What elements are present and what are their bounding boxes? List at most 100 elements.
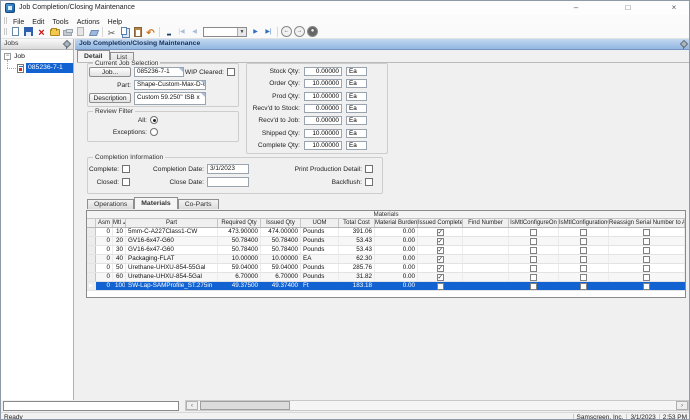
issued-complete-checkbox[interactable] <box>437 265 444 272</box>
tab-operations[interactable]: Operations <box>87 199 134 209</box>
row-selector-cell[interactable] <box>87 273 96 281</box>
scroll-thumb[interactable] <box>200 401 290 410</box>
is-mtl-configure-on-checkbox[interactable] <box>530 238 537 245</box>
reassign-serial-checkbox[interactable] <box>643 283 650 290</box>
grid-column-header[interactable]: IsMtlConfigurationOn <box>559 219 609 227</box>
description-button[interactable]: Description <box>89 93 131 103</box>
is-mtl-configuration-on-checkbox[interactable] <box>580 229 587 236</box>
grid-column-header[interactable]: Total Cost <box>339 219 375 227</box>
is-mtl-configuration-on-checkbox[interactable] <box>580 256 587 263</box>
grid-column-header[interactable]: IsMtlConfigureOn <box>509 219 559 227</box>
reassign-serial-checkbox[interactable] <box>643 256 650 263</box>
close-button[interactable]: × <box>665 2 683 14</box>
grid-column-header[interactable]: Material Burden <box>375 219 418 227</box>
close-date-field[interactable] <box>207 177 249 187</box>
pin-icon[interactable] <box>63 41 70 49</box>
is-mtl-configuration-on-checkbox[interactable] <box>580 274 587 281</box>
backflush-checkbox[interactable] <box>365 178 373 186</box>
table-row[interactable]: 0105mm-C-A227Class1-CW473.90000474.00000… <box>87 228 685 237</box>
quantity-value-field[interactable]: 10.00000 <box>304 141 342 150</box>
wip-cleared-checkbox[interactable] <box>227 68 235 76</box>
issued-complete-checkbox[interactable] <box>437 229 444 236</box>
nav-back-icon[interactable]: ← <box>280 26 293 38</box>
is-mtl-configure-on-checkbox[interactable] <box>530 256 537 263</box>
scroll-left-button[interactable]: ‹ <box>186 401 198 410</box>
tab-co-parts[interactable]: Co-Parts <box>178 199 219 209</box>
reassign-serial-checkbox[interactable] <box>643 274 650 281</box>
uom-field[interactable]: Ea <box>346 129 367 138</box>
completion-date-field[interactable]: 3/1/2023 <box>207 164 249 174</box>
exceptions-radio[interactable] <box>150 128 158 136</box>
maximize-button[interactable]: □ <box>619 2 637 14</box>
issued-complete-checkbox[interactable] <box>437 256 444 263</box>
new-icon[interactable] <box>9 26 22 38</box>
grid-column-header[interactable]: Required Qty <box>218 219 261 227</box>
quantity-value-field[interactable]: 0.00000 <box>304 104 342 113</box>
grid-horizontal-scrollbar[interactable]: ‹ › <box>185 400 689 411</box>
quantity-value-field[interactable]: 0.00000 <box>304 67 342 76</box>
grid-column-header[interactable]: Find Number <box>463 219 509 227</box>
pin-icon[interactable] <box>680 41 687 49</box>
table-row[interactable]: 020GV16-6x47-G6050.7840050.78400Pounds53… <box>87 237 685 246</box>
complete-checkbox[interactable] <box>122 165 130 173</box>
is-mtl-configure-on-checkbox[interactable] <box>530 283 537 290</box>
reassign-serial-checkbox[interactable] <box>643 229 650 236</box>
row-selector-cell[interactable]: ▶ <box>87 282 96 290</box>
minimize-button[interactable]: – <box>567 2 585 14</box>
issued-complete-checkbox[interactable] <box>437 238 444 245</box>
tree-expander-icon[interactable]: − <box>4 53 11 60</box>
grid-column-header[interactable]: Issued Complete <box>418 219 463 227</box>
job-field[interactable]: 085236-7-1 <box>134 67 184 77</box>
is-mtl-configure-on-checkbox[interactable] <box>530 247 537 254</box>
row-selector-cell[interactable] <box>87 237 96 245</box>
copy-icon[interactable] <box>118 26 131 38</box>
grid-column-header[interactable]: Reassign Serial Number to Assemb <box>609 219 685 227</box>
tree-node-job[interactable]: 085236-7-1 <box>26 63 73 73</box>
previous-record-icon[interactable]: ◀ <box>188 26 201 38</box>
folder-icon[interactable] <box>48 26 61 38</box>
quantity-value-field[interactable]: 10.00000 <box>304 129 342 138</box>
quantity-value-field[interactable]: 10.00000 <box>304 92 342 101</box>
grid-column-header[interactable]: UOM <box>301 219 339 227</box>
grid-column-header[interactable]: Mtl ▲ <box>113 219 126 227</box>
reassign-serial-checkbox[interactable] <box>643 238 650 245</box>
scroll-right-button[interactable]: › <box>676 401 688 410</box>
first-record-icon[interactable]: |◀ <box>175 26 188 38</box>
closed-checkbox[interactable] <box>122 178 130 186</box>
uom-field[interactable]: Ea <box>346 104 367 113</box>
is-mtl-configure-on-checkbox[interactable] <box>530 265 537 272</box>
nav-forward-icon[interactable]: → <box>293 26 306 38</box>
save-icon[interactable] <box>22 26 35 38</box>
row-selector-cell[interactable] <box>87 255 96 263</box>
tab-materials[interactable]: Materials <box>134 197 177 209</box>
uom-field[interactable]: Ea <box>346 141 367 150</box>
is-mtl-configuration-on-checkbox[interactable] <box>580 265 587 272</box>
row-selector-cell[interactable] <box>87 246 96 254</box>
last-record-icon[interactable]: ▶| <box>262 26 275 38</box>
row-selector-cell[interactable] <box>87 228 96 236</box>
row-selector-cell[interactable] <box>87 264 96 272</box>
uom-field[interactable]: Ea <box>346 92 367 101</box>
clear-icon[interactable] <box>87 26 100 38</box>
is-mtl-configure-on-checkbox[interactable] <box>530 274 537 281</box>
cut-icon[interactable] <box>105 26 118 38</box>
attachment-icon[interactable] <box>74 26 87 38</box>
quantity-value-field[interactable]: 10.00000 <box>304 79 342 88</box>
grid-column-header[interactable]: Issued Qty <box>261 219 301 227</box>
table-row[interactable]: 050Urethane-UHXU-854-55Gal59.0400059.040… <box>87 264 685 273</box>
find-icon[interactable] <box>162 26 175 38</box>
is-mtl-configuration-on-checkbox[interactable] <box>580 283 587 290</box>
issued-complete-checkbox[interactable] <box>437 247 444 254</box>
all-radio[interactable] <box>150 116 158 124</box>
quantity-value-field[interactable]: 0.00000 <box>304 116 342 125</box>
undo-icon[interactable] <box>144 26 157 38</box>
nav-current-icon[interactable]: ● <box>306 26 319 38</box>
issued-complete-checkbox[interactable] <box>437 274 444 281</box>
part-field[interactable]: Shape-Custom-Max-D-0 <box>134 80 206 90</box>
table-row[interactable]: 040Packaging-FLAT10.0000010.00000EA62.30… <box>87 255 685 264</box>
grid-column-header[interactable]: Part <box>126 219 218 227</box>
uom-field[interactable]: Ea <box>346 79 367 88</box>
next-record-icon[interactable]: ▶ <box>249 26 262 38</box>
grid-column-header[interactable]: Asm <box>96 219 113 227</box>
table-row[interactable]: 030GV16-6x47-G6050.7840050.78400Pounds53… <box>87 246 685 255</box>
